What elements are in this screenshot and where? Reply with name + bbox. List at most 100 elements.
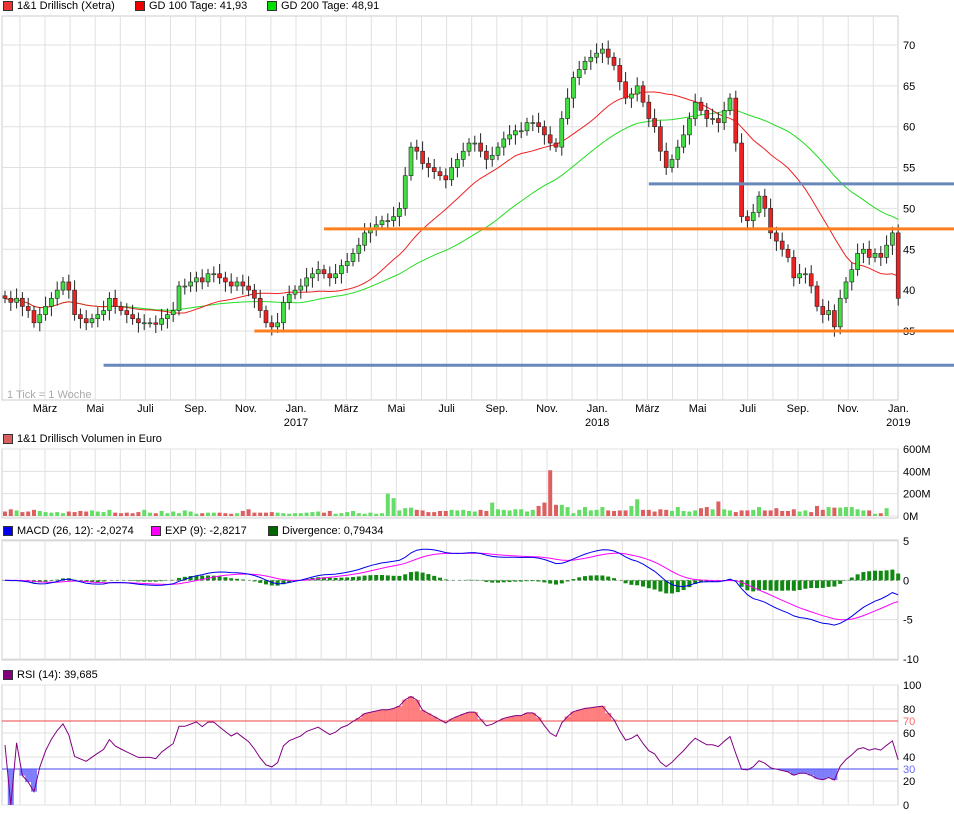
divergence-bar	[803, 580, 808, 589]
volume-bar	[670, 510, 674, 516]
volume-bar	[217, 512, 222, 516]
candle-body	[298, 285, 304, 291]
volume-bar	[66, 511, 71, 516]
volume-bar	[588, 510, 593, 516]
candle-body	[861, 248, 866, 254]
divergence-bar	[849, 577, 854, 581]
volume-bar	[153, 513, 158, 516]
rsi-oversold-area	[819, 769, 826, 780]
rsi-overbought-area	[373, 711, 380, 721]
volume-bar	[252, 512, 257, 516]
rsi-oversold-area	[802, 769, 809, 774]
candle-body	[745, 216, 750, 221]
volume-bar	[95, 511, 100, 516]
volume-bar	[101, 512, 106, 516]
candle-body	[2, 295, 8, 299]
price-tick-label: 65	[903, 81, 915, 93]
volume-bar	[223, 513, 228, 516]
volume-bar	[728, 510, 732, 516]
candle-body	[315, 269, 321, 275]
candle-body	[217, 273, 222, 279]
candle-body	[617, 65, 623, 83]
candle-body	[223, 277, 228, 283]
volume-bar	[838, 507, 843, 516]
candle-body	[228, 281, 234, 287]
candle-body	[803, 273, 808, 276]
volume-bar	[148, 512, 152, 516]
divergence-bar	[496, 580, 500, 583]
candle-body	[310, 273, 315, 279]
rsi-tick-label: 60	[903, 728, 915, 740]
volume-bar	[182, 510, 187, 516]
candle-body	[716, 118, 721, 123]
rsi-overbought-area	[396, 706, 403, 721]
candle-body	[379, 220, 385, 226]
candle-body	[408, 146, 414, 177]
volume-bar	[559, 504, 564, 516]
candle-body	[83, 318, 89, 324]
candle-body	[895, 232, 901, 299]
candle-body	[669, 159, 675, 168]
volume-bar	[37, 510, 42, 516]
divergence-bar	[438, 577, 442, 581]
candle-body	[414, 146, 420, 152]
volume-bar	[722, 509, 727, 516]
divergence-bar	[101, 580, 106, 582]
candle-body	[727, 97, 733, 111]
candle-body	[652, 118, 657, 127]
candle-body	[263, 310, 269, 324]
rsi-overbought-area	[605, 713, 612, 721]
volume-bar	[240, 510, 245, 516]
volume-bar	[368, 512, 373, 516]
candle-body	[501, 138, 507, 148]
divergence-bar	[652, 580, 657, 590]
volume-bar	[600, 507, 605, 516]
candle-body	[199, 277, 205, 283]
candle-body	[779, 240, 785, 250]
volume-bar	[675, 507, 680, 516]
candle-body	[460, 150, 466, 160]
candle-body	[588, 56, 594, 62]
candle-body	[681, 134, 686, 148]
divergence-bar	[235, 578, 239, 581]
candle-body	[344, 261, 350, 266]
volume-bar	[542, 502, 547, 516]
rsi-oversold-area	[825, 769, 832, 778]
candle-body	[576, 69, 582, 78]
divergence-bar	[490, 580, 495, 583]
volume-bar	[188, 511, 193, 516]
candle-body	[518, 130, 524, 133]
divergence-bar	[896, 573, 901, 581]
volume-bar	[374, 513, 379, 516]
volume-bar	[612, 510, 616, 516]
divergence-bar	[530, 580, 535, 582]
candle-body	[246, 285, 251, 291]
volume-bar	[20, 512, 25, 516]
volume-bar	[774, 508, 779, 516]
volume-bar	[803, 510, 808, 516]
divergence-bar	[95, 580, 100, 583]
divergence-bar	[136, 580, 141, 582]
volume-bar	[409, 507, 413, 516]
volume-bar	[211, 512, 216, 516]
volume-bar	[548, 470, 553, 516]
volume-bar	[304, 512, 309, 516]
volume-bar	[554, 504, 558, 516]
candle-body	[559, 118, 565, 148]
divergence-bar	[525, 580, 529, 582]
divergence-bar	[577, 577, 582, 581]
candle-body	[327, 273, 333, 279]
volume-bar	[246, 509, 251, 516]
candle-body	[495, 146, 501, 156]
divergence-bar	[130, 580, 135, 581]
x-year-label: 2018	[585, 417, 609, 429]
x-month-label: Jan.	[888, 403, 909, 415]
divergence-bar	[565, 580, 570, 582]
candle-body	[658, 126, 663, 152]
divergence-bar	[774, 580, 779, 591]
candle-body	[866, 248, 872, 258]
divergence-bar	[333, 577, 338, 581]
volume-bar	[646, 509, 651, 516]
volume-bar	[525, 511, 529, 516]
divergence-bar	[820, 580, 825, 588]
